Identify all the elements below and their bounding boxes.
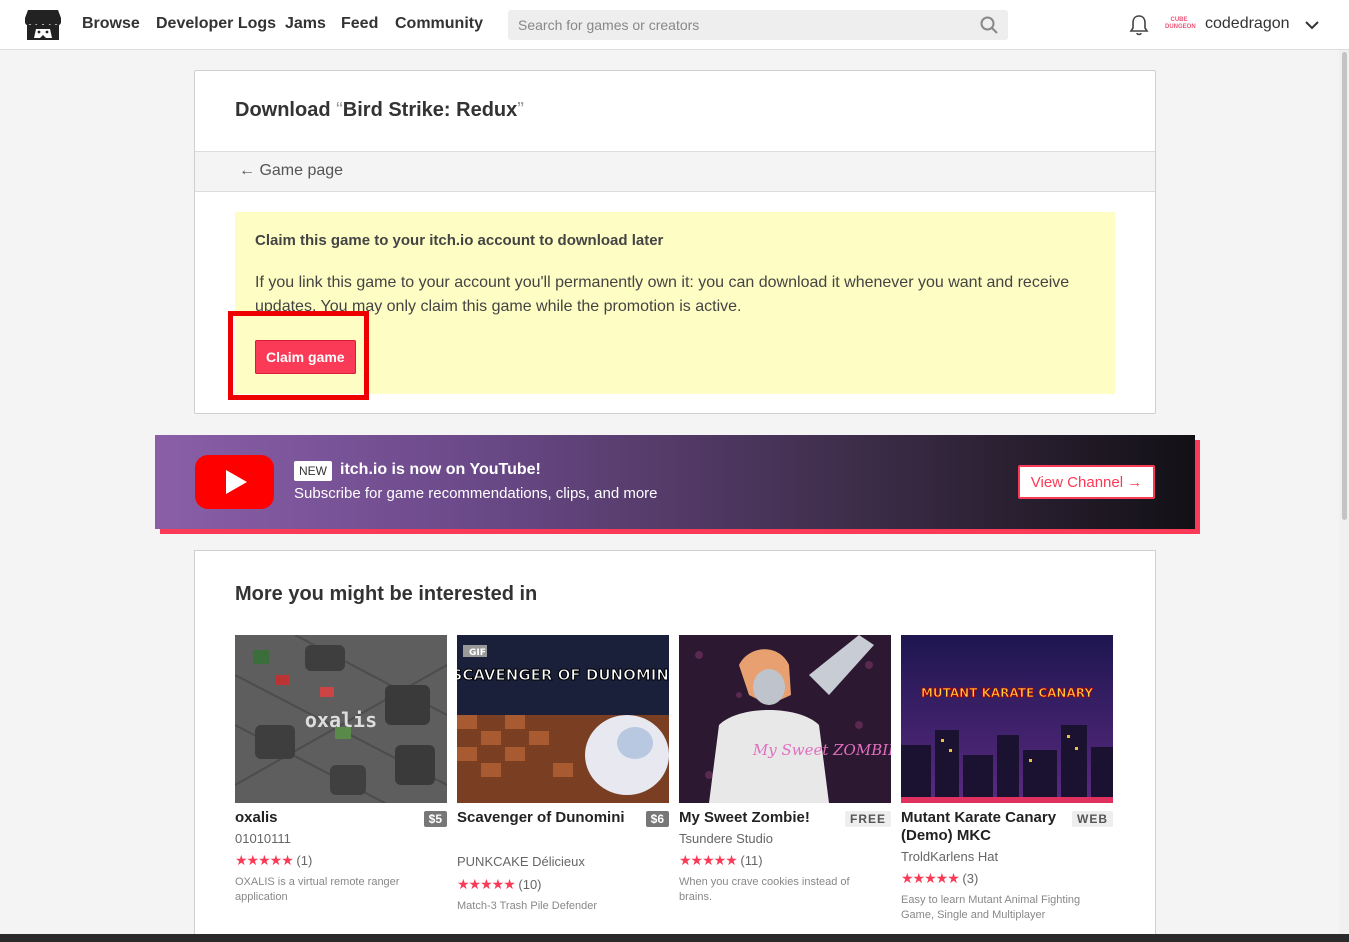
price-badge: FREE <box>844 811 891 827</box>
rating-count: (3) <box>962 871 979 886</box>
gif-badge: GIF <box>469 648 486 658</box>
bottom-bar <box>0 934 1349 942</box>
search-icon[interactable] <box>980 16 998 34</box>
game-thumbnail[interactable]: MUTANT KARATE CANARY <box>901 635 1113 803</box>
game-rating: ★★★★★ (1) <box>235 852 312 869</box>
thumbnail-title: My Sweet ZOMBIE! <box>752 741 891 759</box>
price-badge: WEB <box>1072 811 1113 827</box>
user-avatar[interactable]: CUBE DUNGEON <box>1165 12 1196 38</box>
game-thumbnail[interactable]: oxalis <box>235 635 447 803</box>
chevron-down-icon[interactable] <box>1304 17 1320 33</box>
nav-community[interactable]: Community <box>395 15 483 33</box>
game-card[interactable]: oxalis oxalis $5 01010111 ★★★★★ (1) OXAL… <box>235 635 447 903</box>
username[interactable]: codedragon <box>1205 15 1290 33</box>
site-header: Browse Developer Logs Jams Feed Communit… <box>0 0 1349 50</box>
game-name: Bird Strike: Redux <box>342 99 518 121</box>
game-description: OXALIS is a virtual remote ranger applic… <box>235 876 400 903</box>
game-author[interactable]: 01010111 <box>235 831 291 846</box>
new-badge: NEW <box>294 461 332 481</box>
thumbnail-title: oxalis <box>305 708 377 732</box>
view-channel-button[interactable]: View Channel → <box>1018 465 1155 499</box>
banner-subtitle: Subscribe for game recommendations, clip… <box>294 485 658 502</box>
game-card[interactable]: MUTANT KARATE CANARY Mutant Karate Canar… <box>901 635 1113 921</box>
game-page-link[interactable]: ← Game page <box>239 162 343 180</box>
nav-feed[interactable]: Feed <box>341 15 378 33</box>
highlight-box <box>228 311 369 400</box>
claim-title: Claim this game to your itch.io account … <box>255 232 664 249</box>
itchio-logo-icon[interactable] <box>24 8 62 42</box>
price-badge: $5 <box>423 811 447 827</box>
game-card[interactable]: My Sweet ZOMBIE! My Sweet Zombie! FREE T… <box>679 635 891 903</box>
game-card[interactable]: GIF SCAVENGER OF DUNOMINI Scavenger of D… <box>457 635 669 912</box>
game-title[interactable]: Mutant Karate Canary (Demo) MKC <box>901 809 1071 845</box>
page-title: Download “Bird Strike: Redux” <box>235 99 524 121</box>
rating-count: (1) <box>296 853 313 868</box>
game-rating: ★★★★★ (11) <box>679 852 763 869</box>
notifications-bell-icon[interactable] <box>1129 14 1149 36</box>
rating-stars: ★★★★★ <box>457 876 516 892</box>
game-page-bar: ← Game page <box>195 151 1155 192</box>
game-description: When you crave cookies instead of brains… <box>679 876 850 903</box>
game-title[interactable]: oxalis <box>235 809 405 827</box>
rating-stars: ★★★★★ <box>235 852 294 868</box>
youtube-logo-icon <box>195 455 274 509</box>
rating-stars: ★★★★★ <box>901 870 960 886</box>
scrollbar-thumb[interactable] <box>1342 52 1347 520</box>
game-rating: ★★★★★ (3) <box>901 870 978 887</box>
game-title[interactable]: My Sweet Zombie! <box>679 809 849 827</box>
rating-count: (10) <box>518 877 542 892</box>
nav-browse[interactable]: Browse <box>82 15 140 33</box>
price-badge: $6 <box>645 811 669 827</box>
game-description: Match-3 Trash Pile Defender <box>457 900 598 912</box>
recommendations-heading: More you might be interested in <box>235 583 538 605</box>
game-author[interactable]: TroldKarlens Hat <box>901 849 998 864</box>
youtube-banner[interactable]: NEW itch.io is now on YouTube! Subscribe… <box>155 435 1195 529</box>
game-thumbnail[interactable]: GIF SCAVENGER OF DUNOMINI <box>457 635 669 803</box>
search-box <box>508 10 1008 40</box>
nav-developer-logs[interactable]: Developer Logs <box>156 15 276 33</box>
rating-count: (11) <box>740 853 763 868</box>
game-description: Easy to learn Mutant Animal Fighting Gam… <box>901 894 1081 921</box>
thumbnail-title: MUTANT KARATE CANARY <box>921 686 1093 700</box>
game-rating: ★★★★★ (10) <box>457 876 542 893</box>
game-author[interactable]: Tsundere Studio <box>679 831 773 846</box>
thumbnail-title: SCAVENGER OF DUNOMINI <box>457 666 669 684</box>
rating-stars: ★★★★★ <box>679 852 738 868</box>
claim-description: If you link this game to your account yo… <box>255 274 1070 315</box>
banner-title: itch.io is now on YouTube! <box>340 461 541 478</box>
nav-jams[interactable]: Jams <box>285 15 326 33</box>
search-input[interactable] <box>508 10 1008 40</box>
game-author[interactable]: PUNKCAKE Délicieux <box>457 854 585 869</box>
game-thumbnail[interactable]: My Sweet ZOMBIE! <box>679 635 891 803</box>
game-title[interactable]: Scavenger of Dunomini <box>457 809 627 827</box>
recommendations-section: More you might be interested in oxalis o… <box>194 550 1156 942</box>
